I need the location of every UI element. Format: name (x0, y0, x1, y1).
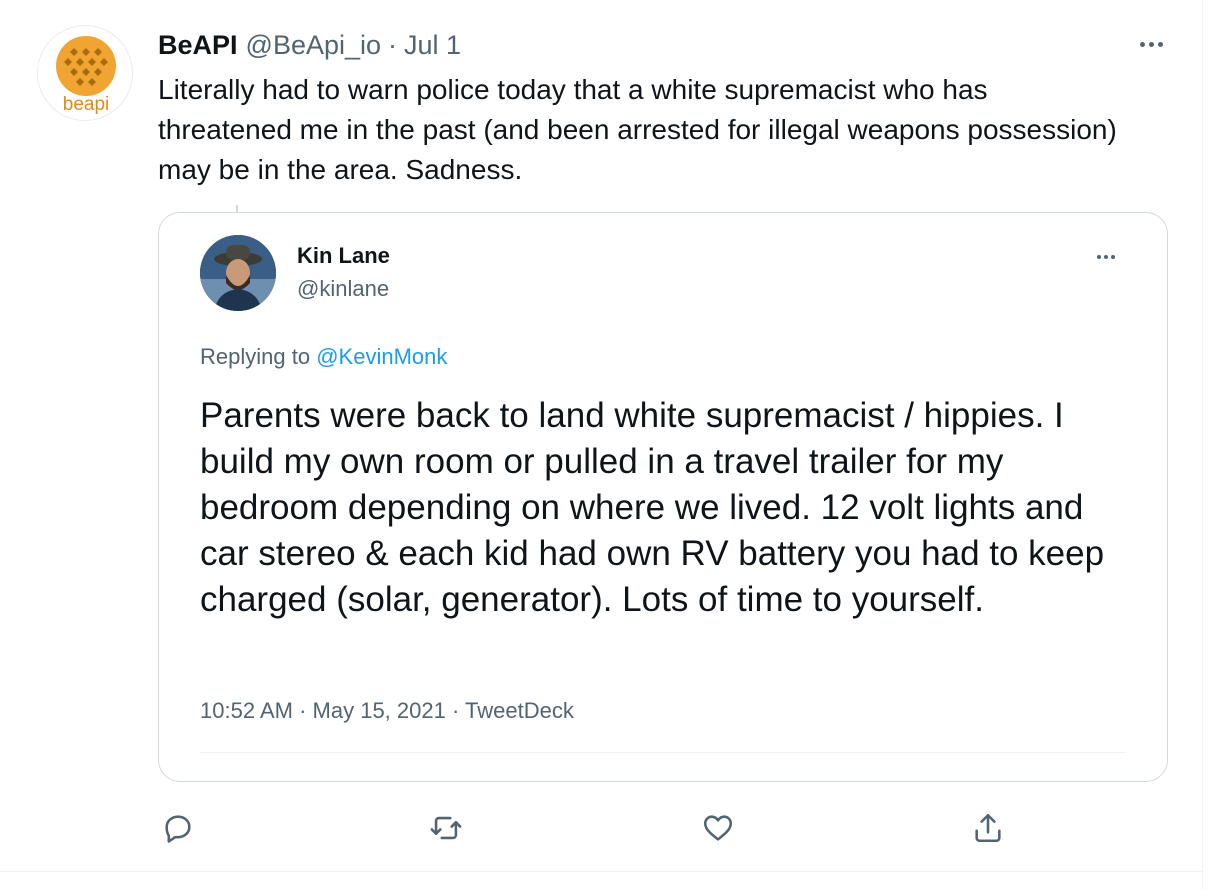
replying-prefix: Replying to (200, 344, 311, 369)
quoted-tweet[interactable]: Kin Lane @kinlane Replying to @KevinMonk… (158, 212, 1168, 782)
bottom-divider (0, 871, 1203, 872)
replying-to-line: Replying to @KevinMonk (200, 344, 447, 370)
author-display-name[interactable]: BeAPI (158, 30, 238, 61)
quoted-author-handle[interactable]: @kinlane (297, 276, 389, 302)
more-options-icon[interactable] (1133, 34, 1169, 54)
author-handle[interactable]: @BeApi_io (246, 30, 382, 61)
tweet-header: BeAPI @BeApi_io · Jul 1 (158, 30, 461, 62)
quoted-author-name[interactable]: Kin Lane (297, 243, 390, 269)
person-avatar-icon (200, 235, 276, 311)
retweet-icon[interactable] (426, 808, 466, 848)
author-avatar[interactable]: beapi (37, 25, 133, 121)
quoted-tweet-meta: 10:52 AM · May 15, 2021 · TweetDeck (200, 698, 574, 724)
quoted-date[interactable]: May 15, 2021 (313, 698, 446, 723)
beapi-logo-icon: beapi (56, 36, 116, 115)
tweet-card[interactable]: beapi BeAPI @BeApi_io · Jul 1 Literally … (0, 0, 1203, 890)
quoted-divider (200, 752, 1126, 753)
reply-icon[interactable] (158, 808, 198, 848)
header-separator: · (388, 30, 398, 60)
meta-separator: · (451, 698, 460, 723)
quoted-source[interactable]: TweetDeck (465, 698, 574, 723)
quoted-time[interactable]: 10:52 AM (200, 698, 293, 723)
replying-mention-link[interactable]: @KevinMonk (316, 344, 447, 369)
like-icon[interactable] (698, 808, 738, 848)
tweet-actions (158, 808, 1058, 848)
tweet-date[interactable]: Jul 1 (404, 30, 461, 61)
share-icon[interactable] (968, 808, 1008, 848)
quoted-tweet-text: Parents were back to land white supremac… (200, 396, 1105, 619)
avatar-logo-text: beapi (63, 94, 110, 115)
quoted-author-avatar[interactable] (200, 235, 276, 311)
tweet-text: Literally had to warn police today that … (158, 74, 1117, 185)
meta-separator: · (299, 698, 307, 723)
quoted-more-options-icon[interactable] (1091, 249, 1121, 265)
